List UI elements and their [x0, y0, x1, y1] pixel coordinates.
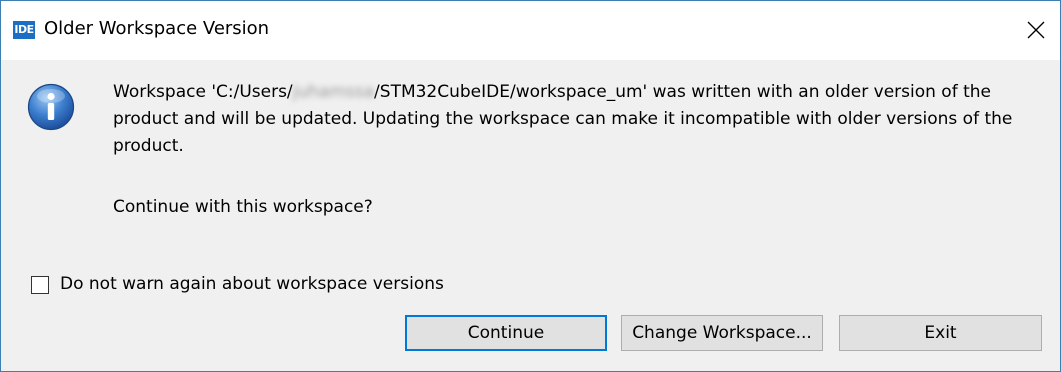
- window-title: Older Workspace Version: [44, 18, 270, 39]
- message-text: Workspace 'C:/Users/juhamssa/STM32CubeID…: [113, 79, 1043, 160]
- do-not-warn-checkbox[interactable]: [31, 276, 49, 294]
- do-not-warn-label[interactable]: Do not warn again about workspace versio…: [60, 274, 444, 294]
- info-icon: [27, 83, 75, 131]
- close-icon: [1027, 21, 1045, 39]
- question-text: Continue with this workspace?: [113, 197, 373, 217]
- close-button[interactable]: [1014, 1, 1060, 60]
- continue-button[interactable]: Continue: [405, 315, 607, 351]
- ide-app-icon: IDE: [13, 21, 35, 39]
- dialog-window: IDE Older Workspace Version Workspace 'C…: [0, 0, 1061, 372]
- title-bar[interactable]: IDE Older Workspace Version: [1, 1, 1060, 60]
- change-workspace-button[interactable]: Change Workspace...: [621, 315, 823, 351]
- exit-button[interactable]: Exit: [839, 315, 1042, 351]
- message-prefix: Workspace 'C:/Users/: [113, 82, 293, 102]
- redacted-username: juhamssa: [292, 82, 375, 102]
